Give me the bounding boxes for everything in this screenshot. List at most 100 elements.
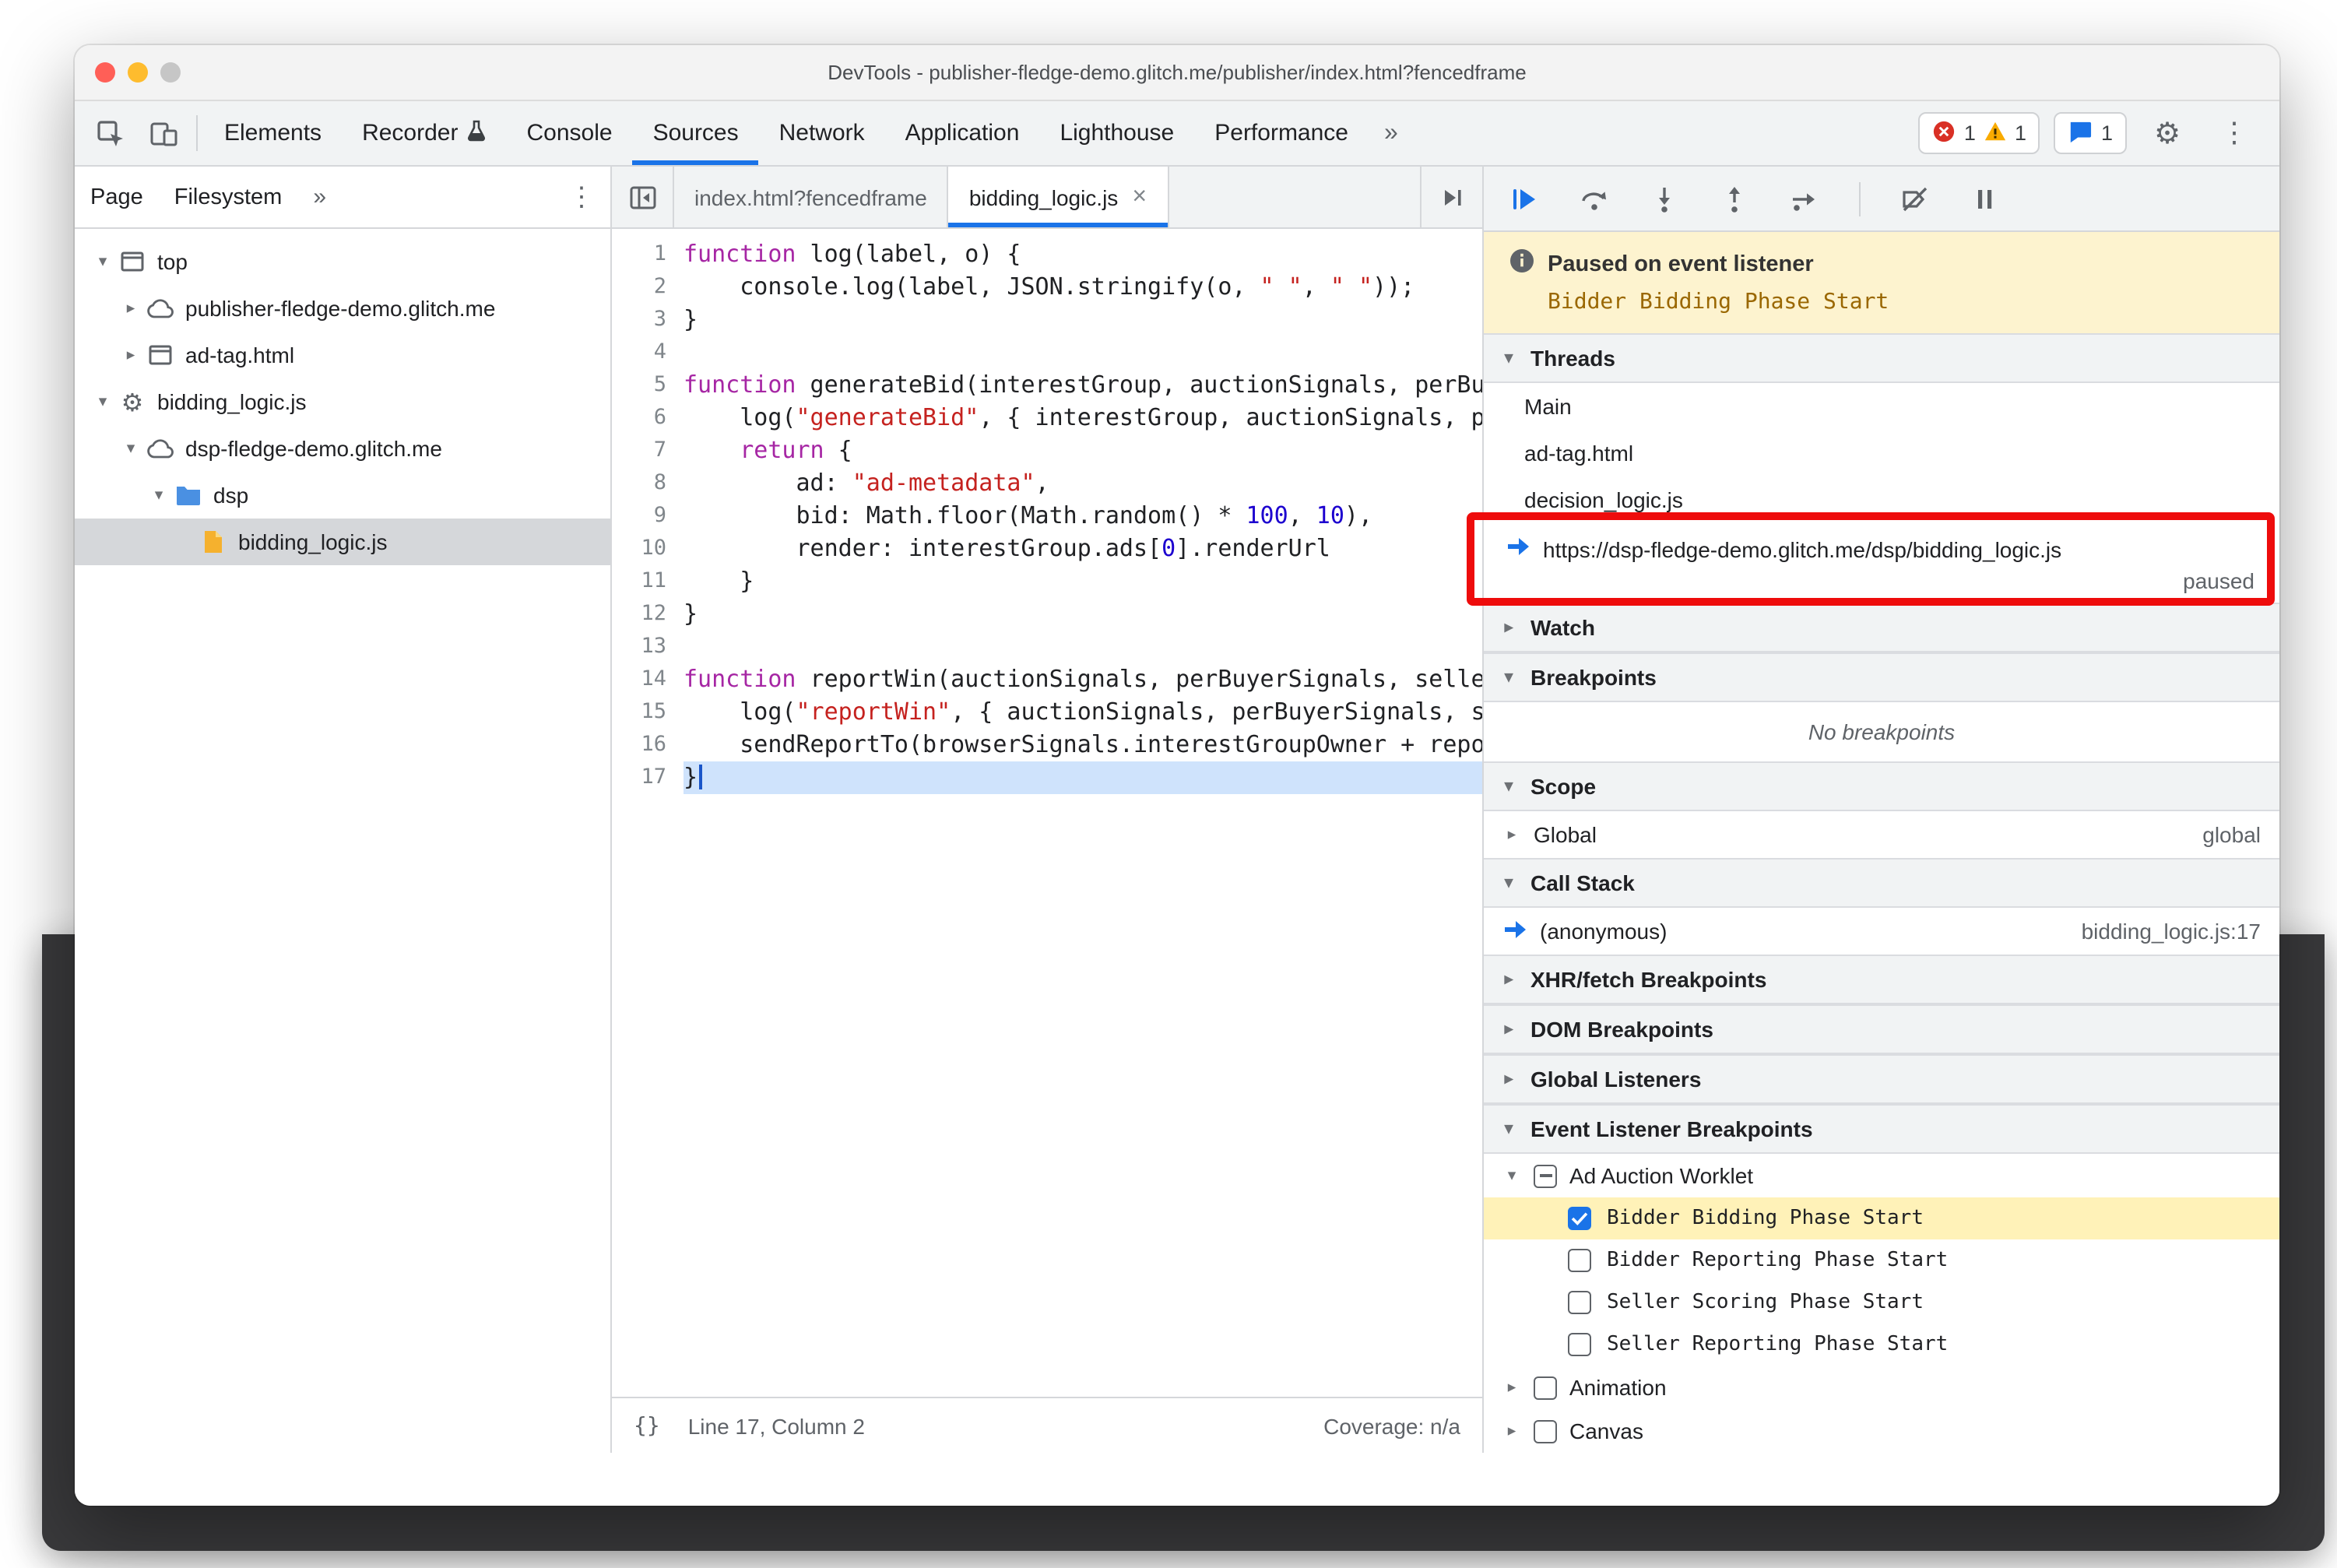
thread-ad-tag[interactable]: ad-tag.html — [1484, 430, 2279, 476]
line-number[interactable]: 9 — [612, 500, 684, 533]
code-line[interactable]: 9 bid: Math.floor(Math.random() * 100, 1… — [612, 500, 1482, 533]
tab-network[interactable]: Network — [759, 101, 885, 165]
collapsed-arrow[interactable]: ▸ — [1502, 1378, 1521, 1397]
line-number[interactable]: 17 — [612, 761, 684, 794]
settings-gear-icon[interactable]: ⚙ — [2141, 116, 2194, 150]
elb-group-ad-auction-worklet[interactable]: ▾ Ad Auction Worklet — [1484, 1154, 2279, 1197]
code-text[interactable]: bid: Math.floor(Math.random() * 100, 10)… — [684, 500, 1482, 533]
code-line[interactable]: 7 return { — [612, 434, 1482, 467]
step-over-icon[interactable] — [1579, 183, 1610, 214]
section-dom-breakpoints[interactable]: ▸ DOM Breakpoints — [1484, 1004, 2279, 1054]
elb-item-seller-scoring-phase-start[interactable]: Seller Scoring Phase Start — [1484, 1281, 2279, 1324]
code-text[interactable]: console.log(label, JSON.stringify(o, " "… — [684, 271, 1482, 304]
thread-main[interactable]: Main — [1484, 383, 2279, 430]
line-number[interactable]: 10 — [612, 533, 684, 565]
checkbox-unchecked[interactable] — [1568, 1249, 1591, 1272]
code-line[interactable]: 8 ad: "ad-metadata", — [612, 467, 1482, 500]
thread-decision-logic[interactable]: decision_logic.js — [1484, 476, 2279, 523]
code-line[interactable]: 6 log("generateBid", { interestGroup, au… — [612, 402, 1482, 434]
code-text[interactable]: function generateBid(interestGroup, auct… — [684, 369, 1482, 402]
elb-group-canvas[interactable]: ▸ Canvas — [1484, 1409, 2279, 1453]
step-icon[interactable] — [1789, 183, 1820, 214]
code-line[interactable]: 16 sendReportTo(browserSignals.interestG… — [612, 729, 1482, 761]
code-line[interactable]: 10 render: interestGroup.ads[0].renderUr… — [612, 533, 1482, 565]
code-line[interactable]: 4 — [612, 336, 1482, 369]
tree-item-bidding-logic-file[interactable]: bidding_logic.js — [75, 519, 610, 565]
tab-performance[interactable]: Performance — [1194, 101, 1369, 165]
code-line[interactable]: 1 function log(label, o) { — [612, 238, 1482, 271]
tab-lighthouse[interactable]: Lighthouse — [1039, 101, 1194, 165]
inspect-element-icon[interactable] — [84, 101, 137, 165]
checkbox-indeterminate[interactable] — [1534, 1164, 1557, 1187]
elb-item-bidder-reporting-phase-start[interactable]: Bidder Reporting Phase Start — [1484, 1239, 2279, 1281]
elb-item-seller-reporting-phase-start[interactable]: Seller Reporting Phase Start — [1484, 1324, 2279, 1366]
device-toolbar-icon[interactable] — [137, 101, 190, 165]
devtools-menu-kebab-icon[interactable]: ⋮ — [2208, 117, 2261, 149]
step-out-icon[interactable] — [1719, 183, 1750, 214]
collapsed-arrow[interactable]: ▸ — [118, 299, 143, 318]
console-summary-badge[interactable]: 1 1 — [1918, 112, 2040, 154]
thread-bidding-logic-active[interactable]: https://dsp-fledge-demo.glitch.me/dsp/bi… — [1467, 512, 2279, 606]
issues-badge[interactable]: 1 — [2054, 112, 2127, 154]
line-number[interactable]: 1 — [612, 238, 684, 271]
navigator-kebab-icon[interactable]: ⋮ — [568, 181, 595, 213]
code-text[interactable]: render: interestGroup.ads[0].renderUrl — [684, 533, 1482, 565]
editor-tab-index-html[interactable]: index.html?fencedframe — [674, 167, 949, 227]
expanded-arrow[interactable]: ▾ — [118, 439, 143, 458]
checkbox-unchecked[interactable] — [1568, 1291, 1591, 1314]
line-number[interactable]: 15 — [612, 696, 684, 729]
pause-on-exceptions-icon[interactable] — [1970, 183, 2001, 214]
line-number[interactable]: 16 — [612, 729, 684, 761]
line-number[interactable]: 3 — [612, 304, 684, 336]
code-text[interactable]: log("reportWin", { auctionSignals, perBu… — [684, 696, 1482, 729]
line-number[interactable]: 6 — [612, 402, 684, 434]
code-text[interactable]: } — [684, 565, 1482, 598]
close-tab-icon[interactable]: × — [1132, 184, 1147, 209]
section-global-listeners[interactable]: ▸ Global Listeners — [1484, 1054, 2279, 1104]
navigator-more-tabs-chevron[interactable]: » — [313, 184, 326, 210]
code-line[interactable]: 2 console.log(label, JSON.stringify(o, "… — [612, 271, 1482, 304]
collapsed-arrow[interactable]: ▸ — [1502, 825, 1521, 844]
code-editor[interactable]: 1 function log(label, o) {2 console.log(l… — [612, 229, 1482, 1397]
code-text[interactable] — [684, 631, 1482, 663]
line-number[interactable]: 14 — [612, 663, 684, 696]
code-line[interactable]: 12} — [612, 598, 1482, 631]
tree-item-dsp-folder[interactable]: ▾ dsp — [75, 472, 610, 519]
code-text[interactable]: } — [684, 761, 1482, 794]
code-text[interactable]: function log(label, o) { — [684, 238, 1482, 271]
code-line[interactable]: 3} — [612, 304, 1482, 336]
expanded-arrow[interactable]: ▾ — [146, 486, 171, 505]
code-text[interactable] — [684, 336, 1482, 369]
code-line[interactable]: 13 — [612, 631, 1482, 663]
section-scope[interactable]: ▾ Scope — [1484, 761, 2279, 811]
tab-sources[interactable]: Sources — [633, 101, 759, 165]
code-text[interactable]: ad: "ad-metadata", — [684, 467, 1482, 500]
code-text[interactable]: return { — [684, 434, 1482, 467]
line-number[interactable]: 4 — [612, 336, 684, 369]
pretty-print-icon[interactable]: {} — [634, 1413, 660, 1438]
code-line[interactable]: 17} — [612, 761, 1482, 794]
section-xhr-breakpoints[interactable]: ▸ XHR/fetch Breakpoints — [1484, 955, 2279, 1004]
code-line[interactable]: 11 } — [612, 565, 1482, 598]
hide-navigator-icon[interactable] — [612, 167, 674, 227]
collapsed-arrow[interactable]: ▸ — [1502, 1422, 1521, 1440]
code-text[interactable]: sendReportTo(browserSignals.interestGrou… — [684, 729, 1482, 761]
checkbox-unchecked[interactable] — [1534, 1419, 1557, 1443]
scope-global-row[interactable]: ▸ Global global — [1484, 811, 2279, 858]
expanded-arrow[interactable]: ▾ — [90, 252, 115, 271]
checkbox-unchecked[interactable] — [1568, 1333, 1591, 1356]
expanded-arrow[interactable]: ▾ — [1502, 1166, 1521, 1185]
tree-item-publisher-origin[interactable]: ▸ publisher-fledge-demo.glitch.me — [75, 285, 610, 332]
line-number[interactable]: 12 — [612, 598, 684, 631]
elb-item-bidder-bidding-phase-start[interactable]: Bidder Bidding Phase Start — [1484, 1197, 2279, 1239]
checkbox-checked[interactable] — [1568, 1207, 1591, 1230]
expanded-arrow[interactable]: ▾ — [90, 392, 115, 411]
tree-item-dsp-origin[interactable]: ▾ dsp-fledge-demo.glitch.me — [75, 425, 610, 472]
elb-group-animation[interactable]: ▸ Animation — [1484, 1366, 2279, 1409]
tree-item-ad-tag[interactable]: ▸ ad-tag.html — [75, 332, 610, 378]
tree-item-worklet-bidding-logic[interactable]: ▾ ⚙ bidding_logic.js — [75, 378, 610, 425]
code-text[interactable]: } — [684, 304, 1482, 336]
call-stack-frame[interactable]: (anonymous) bidding_logic.js:17 — [1484, 908, 2279, 955]
resume-script-icon[interactable] — [1509, 183, 1540, 214]
tree-item-top[interactable]: ▾ top — [75, 238, 610, 285]
